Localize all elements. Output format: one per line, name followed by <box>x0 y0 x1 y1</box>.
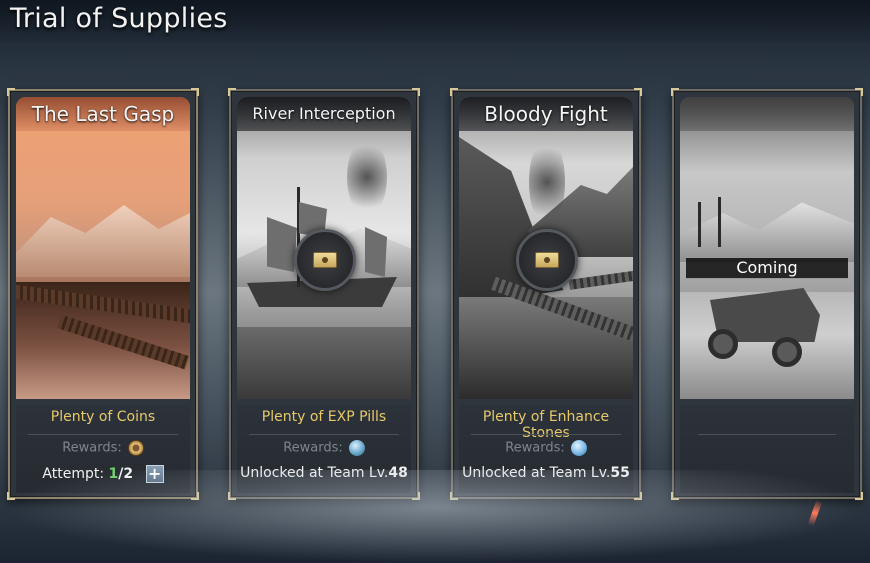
card-artwork <box>459 97 633 399</box>
artwork-mast <box>718 197 721 247</box>
enhance-stone-icon[interactable] <box>570 440 587 456</box>
artwork-wheel <box>708 329 738 359</box>
exp-pill-icon[interactable] <box>348 440 365 456</box>
divider <box>698 434 836 435</box>
header-bar: Trial of Supplies <box>0 0 870 42</box>
artwork-water <box>237 327 411 399</box>
locked-badge <box>516 229 578 291</box>
card-title: The Last Gasp <box>16 97 190 131</box>
locked-badge <box>294 229 356 291</box>
rewards-label: Rewards: <box>505 440 565 456</box>
lock-icon <box>313 252 337 268</box>
card-title <box>680 97 854 131</box>
reward-name: Plenty of Coins <box>50 409 156 425</box>
trial-card-river-interception[interactable]: River Interception Plenty of EXP Pills R… <box>228 88 420 500</box>
reward-name: Plenty of EXP Pills <box>261 409 387 425</box>
trial-card-last-gasp[interactable]: The Last Gasp Plenty of Coins Rewards: A… <box>7 88 199 500</box>
card-artwork <box>16 97 190 399</box>
artwork-smoke <box>347 137 387 217</box>
card-corner-ornament <box>412 88 420 96</box>
card-title: River Interception <box>237 97 411 131</box>
divider <box>28 434 178 435</box>
card-corner-ornament <box>855 88 863 96</box>
card-title: Bloody Fight <box>459 97 633 131</box>
artwork-ground <box>459 297 633 399</box>
artwork-sail <box>267 217 297 272</box>
artwork-wheel <box>772 337 802 367</box>
divider <box>471 434 621 435</box>
card-corner-ornament <box>191 88 199 96</box>
card-corner-ornament <box>634 88 642 96</box>
divider <box>249 434 399 435</box>
artwork-bridge <box>568 270 633 290</box>
reward-name: Plenty of Enhance Stones <box>482 409 610 441</box>
coming-soon-label: Coming <box>686 257 848 279</box>
artwork-mast <box>698 202 701 247</box>
card-corner-ornament <box>7 88 15 96</box>
card-artwork: Coming <box>680 97 854 399</box>
rewards-row: Rewards: <box>459 440 633 460</box>
trial-card-bloody-fight[interactable]: Bloody Fight Plenty of Enhance Stones Re… <box>450 88 642 500</box>
lock-icon <box>535 252 559 268</box>
page-title: Trial of Supplies <box>10 3 228 34</box>
coin-icon[interactable] <box>127 440 144 456</box>
rewards-label: Rewards: <box>283 440 343 456</box>
artwork-sail <box>365 227 387 277</box>
rewards-row: Rewards: <box>237 440 411 460</box>
card-artwork <box>237 97 411 399</box>
card-corner-ornament <box>228 88 236 96</box>
rewards-label: Rewards: <box>62 440 122 456</box>
card-corner-ornament <box>450 88 458 96</box>
card-corner-ornament <box>671 88 679 96</box>
artwork-mountains <box>680 202 854 262</box>
trial-card-coming[interactable]: Coming <box>671 88 863 500</box>
artwork-smoke <box>529 137 565 227</box>
artwork-mountains <box>16 205 190 277</box>
background-haze <box>0 470 870 563</box>
rewards-row: Rewards: <box>16 440 190 460</box>
